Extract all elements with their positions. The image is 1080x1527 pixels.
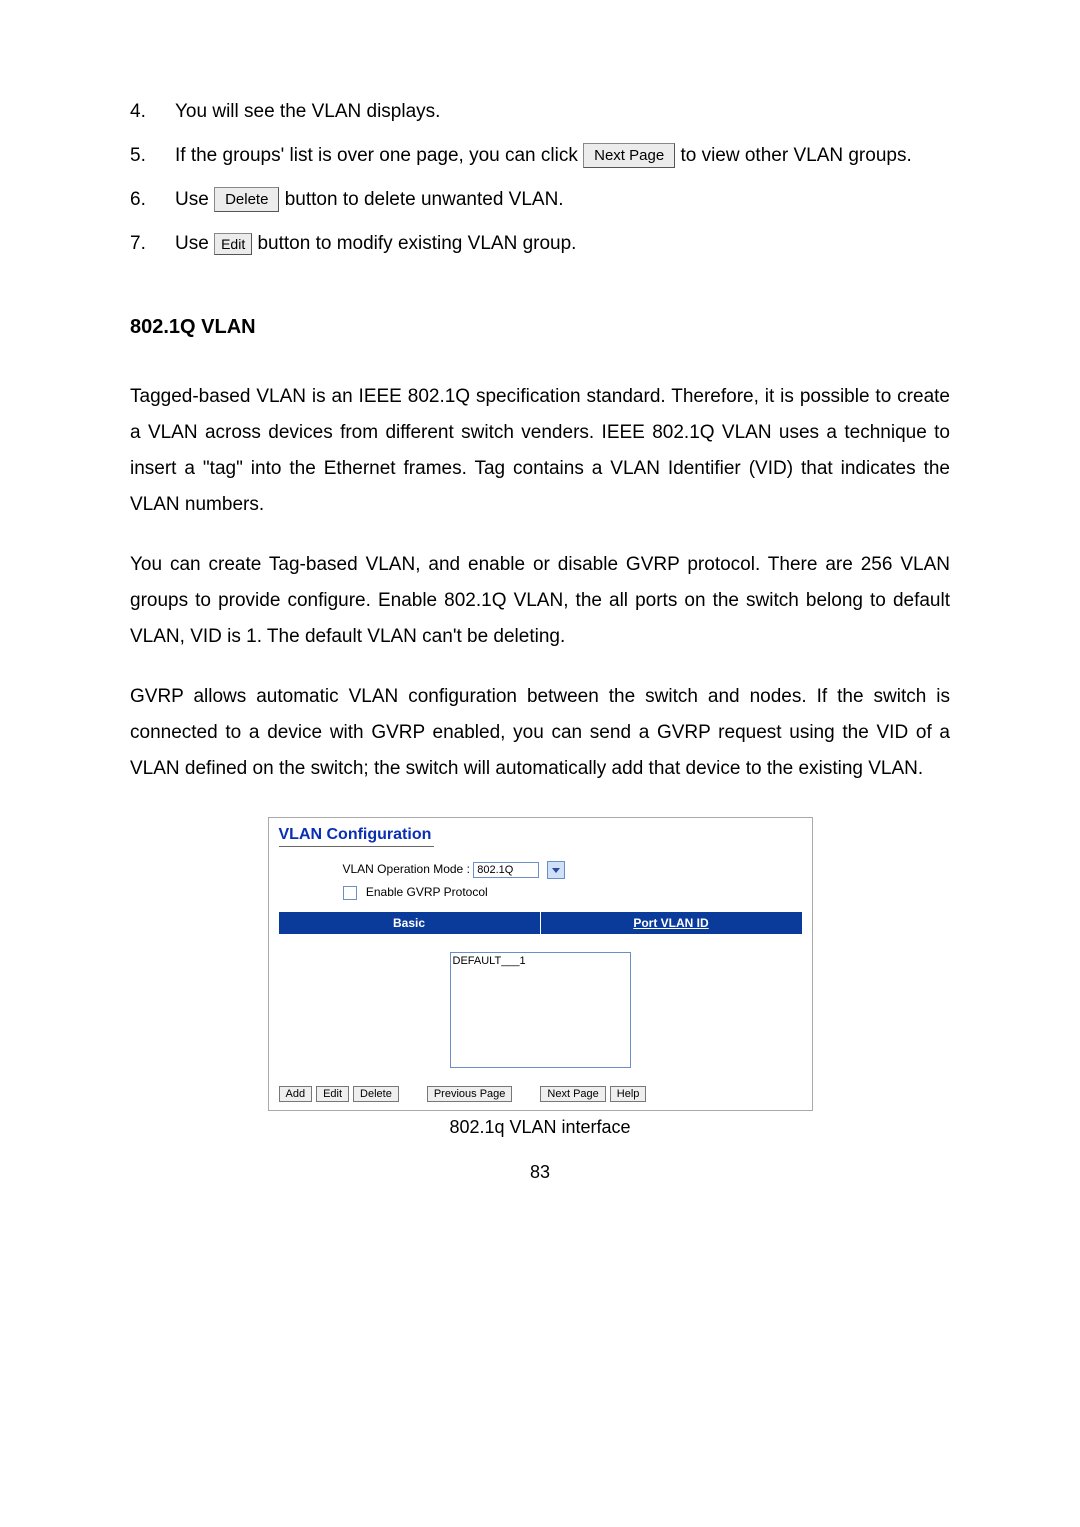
operation-mode-label: VLAN Operation Mode :	[343, 862, 474, 876]
add-button[interactable]: Add	[279, 1086, 313, 1102]
operation-mode-row: VLAN Operation Mode : 802.1Q	[343, 861, 802, 879]
step-text-post: button to modify existing VLAN group.	[257, 233, 576, 254]
step-4: 4. You will see the VLAN displays.	[130, 90, 950, 134]
step-number: 5.	[130, 134, 175, 178]
step-text-pre: Use	[175, 233, 214, 254]
step-text-pre: If the groups' list is over one page, yo…	[175, 145, 583, 166]
step-text: Use Edit button to modify existing VLAN …	[175, 222, 950, 266]
document-page: 4. You will see the VLAN displays. 5. If…	[0, 0, 1080, 1223]
previous-page-button[interactable]: Previous Page	[427, 1086, 513, 1102]
step-text: Use Delete button to delete unwanted VLA…	[175, 178, 950, 222]
step-text-post: button to delete unwanted VLAN.	[285, 189, 564, 210]
delete-button[interactable]: Delete	[353, 1086, 399, 1102]
vlan-listbox[interactable]: DEFAULT___1	[450, 952, 631, 1068]
edit-button[interactable]: Edit	[214, 233, 252, 255]
gvrp-checkbox[interactable]	[343, 886, 357, 900]
vlan-config-screenshot: VLAN Configuration VLAN Operation Mode :…	[268, 817, 813, 1111]
paragraph-3: GVRP allows automatic VLAN configuration…	[130, 679, 950, 787]
edit-button[interactable]: Edit	[316, 1086, 349, 1102]
list-item[interactable]: DEFAULT___1	[453, 955, 628, 967]
next-page-button[interactable]: Next Page	[540, 1086, 605, 1102]
section-heading: 802.1Q VLAN	[130, 316, 950, 339]
step-number: 6.	[130, 178, 175, 222]
instruction-list: 4. You will see the VLAN displays. 5. If…	[130, 90, 950, 266]
gvrp-row: Enable GVRP Protocol	[343, 885, 802, 900]
step-5: 5. If the groups' list is over one page,…	[130, 134, 950, 178]
step-text: If the groups' list is over one page, yo…	[175, 134, 950, 178]
figure-caption: 802.1q VLAN interface	[130, 1117, 950, 1138]
tab-bar: Basic Port VLAN ID	[279, 912, 802, 934]
step-text-post: to view other VLAN groups.	[680, 145, 911, 166]
operation-mode-select[interactable]: 802.1Q	[473, 862, 539, 878]
step-6: 6. Use Delete button to delete unwanted …	[130, 178, 950, 222]
chevron-down-icon[interactable]	[547, 861, 565, 879]
panel-title: VLAN Configuration	[279, 826, 434, 847]
step-number: 7.	[130, 222, 175, 266]
next-page-button[interactable]: Next Page	[583, 143, 675, 168]
paragraph-2: You can create Tag-based VLAN, and enabl…	[130, 547, 950, 655]
tab-basic[interactable]: Basic	[279, 912, 540, 934]
step-text: You will see the VLAN displays.	[175, 90, 950, 134]
paragraph-1: Tagged-based VLAN is an IEEE 802.1Q spec…	[130, 379, 950, 523]
step-text-pre: Use	[175, 189, 214, 210]
help-button[interactable]: Help	[610, 1086, 647, 1102]
page-number: 83	[130, 1162, 950, 1183]
gvrp-label: Enable GVRP Protocol	[366, 885, 488, 899]
step-number: 4.	[130, 90, 175, 134]
delete-button[interactable]: Delete	[214, 187, 279, 212]
button-row: Add Edit Delete Previous Page Next Page …	[279, 1086, 802, 1102]
tab-port-vlan-id[interactable]: Port VLAN ID	[540, 912, 802, 934]
step-7: 7. Use Edit button to modify existing VL…	[130, 222, 950, 266]
